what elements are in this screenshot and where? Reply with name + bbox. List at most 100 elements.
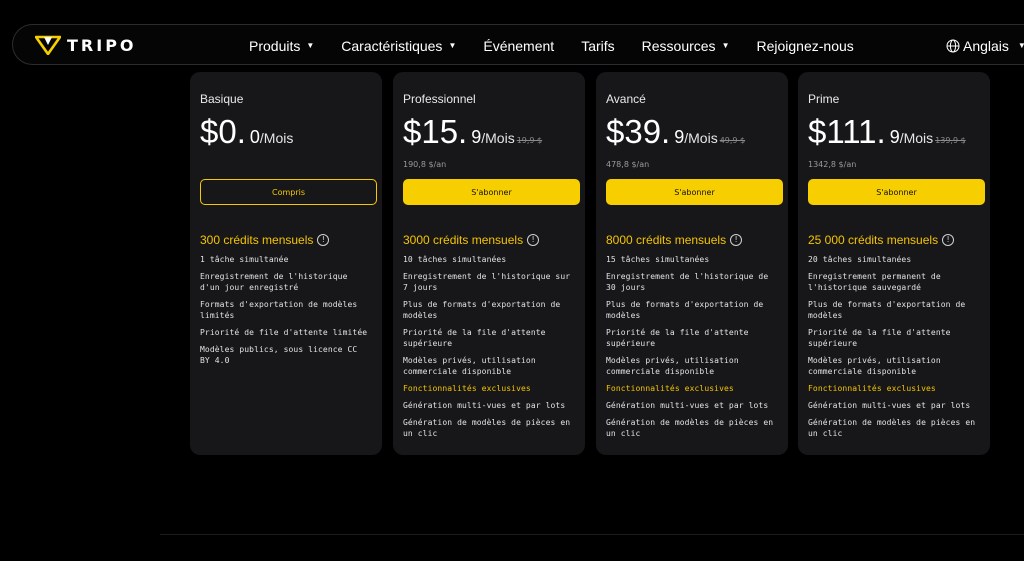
plan-card-basique: Basique $0. 0 /Mois Compris 300 crédits … <box>190 72 382 455</box>
subscribe-button[interactable]: S'abonner <box>606 179 783 205</box>
nav-item-label: Produits <box>249 37 301 54</box>
list-item: Génération de modèles de pièces en un cl… <box>606 418 774 438</box>
subscribe-button[interactable]: S'abonner <box>808 179 985 205</box>
list-item: Formats d'exportation de modèles limités <box>200 300 358 320</box>
list-item: Priorité de file d'attente limitée <box>200 328 368 337</box>
price-main: $0. <box>200 113 246 150</box>
list-item: Génération multi-vues et par lots <box>403 401 566 410</box>
plan-price: $39. 9 /Mois 49,9 $ <box>606 113 778 153</box>
nav-item-ressources[interactable]: Ressources ▼ <box>642 38 730 54</box>
plan-price: $111. 9 /Mois 139,9 $ <box>808 113 980 153</box>
list-item: 1 tâche simultanée <box>200 255 289 264</box>
feature-list: 15 tâches simultanées Enregistrement de … <box>606 254 778 439</box>
caret-down-icon: ▼ <box>1017 41 1024 50</box>
price-unit: /Mois <box>481 130 515 146</box>
feature-list: 1 tâche simultanée Enregistrement de l'h… <box>200 254 372 366</box>
nav-item-caracteristiques[interactable]: Caractéristiques ▼ <box>341 38 456 54</box>
list-item: Enregistrement de l'historique sur 7 jou… <box>403 272 571 292</box>
list-item: Priorité de la file d'attente supérieure <box>403 328 546 348</box>
exclusive-features-title: Fonctionnalités exclusives <box>808 384 936 393</box>
language-selector[interactable]: Anglais ▼ <box>946 25 1024 66</box>
monthly-credits: 8000 crédits mensuels ! <box>606 232 778 248</box>
price-decimal: 9 <box>889 127 900 147</box>
plan-price: $0. 0 /Mois <box>200 113 372 153</box>
list-item: Modèles publics, sous licence CC BY 4.0 <box>200 345 358 365</box>
old-price: 49,9 $ <box>719 136 746 145</box>
info-icon[interactable]: ! <box>527 234 540 246</box>
monthly-credits: 3000 crédits mensuels ! <box>403 232 575 248</box>
nav-item-produits[interactable]: Produits ▼ <box>249 38 314 54</box>
price-main: $39. <box>606 113 671 150</box>
price-unit: /Mois <box>899 130 934 146</box>
list-item: Génération multi-vues et par lots <box>808 401 971 410</box>
info-icon[interactable]: ! <box>942 234 955 246</box>
old-price: 19,9 $ <box>516 136 543 145</box>
plan-name: Professionnel <box>403 92 476 106</box>
tripo-logo[interactable]: TRIPO <box>35 35 137 55</box>
list-item: Modèles privés, utilisation commerciale … <box>403 356 536 376</box>
nav-item-label: Tarifs <box>581 37 615 54</box>
price-main: $111. <box>808 113 886 150</box>
section-divider <box>160 534 1024 535</box>
top-navbar: TRIPO Produits ▼ Caractéristiques ▼ Évén… <box>12 24 1024 65</box>
price-decimal: 9 <box>471 127 482 147</box>
yearly-price <box>200 160 372 172</box>
exclusive-features-title: Fonctionnalités exclusives <box>403 384 531 393</box>
plan-name: Basique <box>200 92 244 106</box>
credits-label: 3000 crédits mensuels <box>403 233 524 247</box>
caret-down-icon: ▼ <box>306 41 315 50</box>
old-price: 139,9 $ <box>935 136 966 145</box>
language-label: Anglais <box>963 37 1009 54</box>
price-unit: /Mois <box>684 130 718 146</box>
info-icon[interactable]: ! <box>730 234 743 246</box>
feature-list: 20 tâches simultanées Enregistrement per… <box>808 254 980 439</box>
list-item: Enregistrement permanent de l'historique… <box>808 272 941 292</box>
list-item: Enregistrement de l'historique de 30 jou… <box>606 272 769 292</box>
nav-links: Produits ▼ Caractéristiques ▼ Événement … <box>249 25 881 66</box>
list-item: Priorité de la file d'attente supérieure <box>606 328 749 348</box>
plan-name: Avancé <box>606 92 646 106</box>
list-item: Plus de formats d'exportation de modèles <box>606 300 764 320</box>
list-item: Modèles privés, utilisation commerciale … <box>808 356 941 376</box>
nav-item-evenement[interactable]: Événement <box>483 38 554 54</box>
yearly-price: 478,8 $/an <box>606 160 650 169</box>
nav-item-label: Événement <box>483 37 555 54</box>
plan-name: Prime <box>808 92 840 106</box>
nav-item-label: Rejoignez-nous <box>756 37 854 54</box>
monthly-credits: 25 000 crédits mensuels ! <box>808 232 980 248</box>
globe-icon <box>946 39 960 52</box>
brand-name: TRIPO <box>67 35 137 55</box>
tripo-logo-icon <box>35 35 61 55</box>
list-item: 10 tâches simultanées <box>403 255 507 264</box>
list-item: Génération de modèles de pièces en un cl… <box>808 418 976 438</box>
nav-item-label: Caractéristiques <box>341 37 443 54</box>
list-item: Plus de formats d'exportation de modèles <box>403 300 561 320</box>
plan-card-professionnel: Professionnel $15. 9 /Mois 19,9 $ 190,8 … <box>393 72 585 455</box>
price-unit: /Mois <box>259 130 294 146</box>
caret-down-icon: ▼ <box>721 41 730 50</box>
credits-label: 300 crédits mensuels <box>200 233 314 247</box>
exclusive-features-title: Fonctionnalités exclusives <box>606 384 734 393</box>
list-item: 20 tâches simultanées <box>808 255 912 264</box>
price-decimal: 0 <box>249 127 260 147</box>
list-item: Plus de formats d'exportation de modèles <box>808 300 966 320</box>
list-item: 15 tâches simultanées <box>606 255 710 264</box>
current-plan-button[interactable]: Compris <box>200 179 377 205</box>
nav-item-tarifs[interactable]: Tarifs <box>581 38 614 54</box>
nav-item-rejoignez-nous[interactable]: Rejoignez-nous <box>756 38 853 54</box>
price-decimal: 9 <box>674 127 685 147</box>
list-item: Modèles privés, utilisation commerciale … <box>606 356 739 376</box>
list-item: Génération de modèles de pièces en un cl… <box>403 418 571 438</box>
credits-label: 8000 crédits mensuels <box>606 233 727 247</box>
nav-item-label: Ressources <box>641 37 716 54</box>
feature-list: 10 tâches simultanées Enregistrement de … <box>403 254 575 439</box>
yearly-price: 1342,8 $/an <box>808 160 857 169</box>
list-item: Priorité de la file d'attente supérieure <box>808 328 951 348</box>
price-main: $15. <box>403 113 468 150</box>
plan-price: $15. 9 /Mois 19,9 $ <box>403 113 575 153</box>
monthly-credits: 300 crédits mensuels ! <box>200 232 372 248</box>
list-item: Génération multi-vues et par lots <box>606 401 769 410</box>
plan-card-avance: Avancé $39. 9 /Mois 49,9 $ 478,8 $/an S'… <box>596 72 788 455</box>
info-icon[interactable]: ! <box>317 234 330 246</box>
subscribe-button[interactable]: S'abonner <box>403 179 580 205</box>
